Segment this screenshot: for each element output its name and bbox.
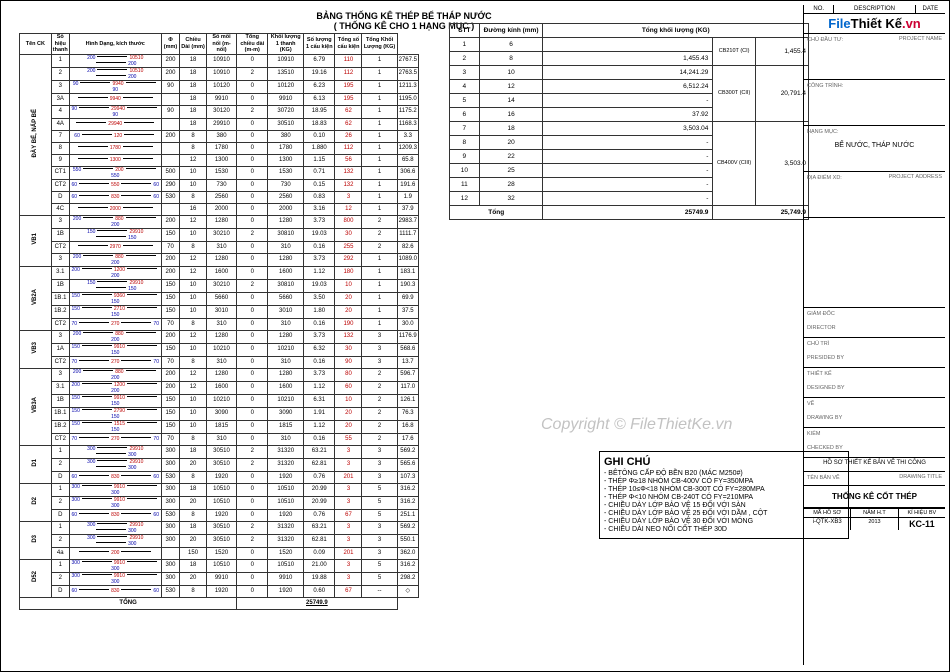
- summary-table: STT Đường kính (mm) Tổng khối lượng (KG)…: [449, 23, 809, 220]
- table-row: D1130029910300300183051023132063.2133569…: [20, 445, 419, 458]
- summary-row: 31014,241.29CB300T (CII)20,791.4: [450, 66, 809, 80]
- table-row: D3130029910300300183051023132063.2133569…: [20, 521, 419, 534]
- rebar-col-1: Số hiệu thanh: [51, 34, 69, 55]
- rebar-col-0: Tên CK: [20, 34, 52, 55]
- table-row: CT1550200550500101530015300.711321306.6: [20, 166, 419, 179]
- tb-location: ĐỊA ĐIỂM XD: PROJECT ADDRESS: [804, 172, 945, 218]
- table-row: 1B150991015015010102100102106.31102126.1: [20, 394, 419, 407]
- rebar-col-4: Chiều Dài (mm): [180, 34, 207, 55]
- table-row: CT2702707070831003100.1655217.6: [20, 433, 419, 445]
- logo-blue: File: [828, 16, 850, 31]
- summary-row: 7183,503.04CB400V (CIII)3,503.0: [450, 122, 809, 136]
- table-row: VB3A3200880200200121280012803.73802596.7: [20, 368, 419, 381]
- table-row: CT2702707070831003100.16190130.0: [20, 318, 419, 330]
- rebar-col-9: Tổng số cấu kiện: [335, 34, 362, 55]
- tb-codes-header: MÃ HỒ SƠ NĂM H.T KÍ HIỆU BV: [804, 508, 945, 517]
- summary-h-stt: STT: [450, 24, 480, 38]
- tb-item: HẠNG MỤC: BỂ NƯỚC, THÁP NƯỚC: [804, 126, 945, 172]
- rebar-header-row: Tên CKSố hiệu thanhHình Dạng, kích thước…: [20, 34, 419, 55]
- tb-drawing-title-label: TÊN BẢN VẼ DRAWING TITLE: [804, 472, 945, 486]
- drawing-name: THỐNG KÊ CỐT THÉP: [804, 486, 945, 508]
- table-row: 91300121300013001.1556165.8: [20, 154, 419, 166]
- drawing-page: BẢNG THỐNG KÊ THÉP BỂ THÁP NƯỚC ( THỐNG …: [0, 0, 950, 672]
- tb-designed: THIẾT KẾ DESIGNED BY: [804, 368, 945, 398]
- summary-header-row: STT Đường kính (mm) Tổng khối lượng (KG): [450, 24, 809, 38]
- table-row: 1B.21502710150150103010030101.8020137.5: [20, 305, 419, 318]
- table-row: 1A150991015015010102100102106.32303568.6: [20, 343, 419, 356]
- tb-codes-values: i-QTK-XB3 2013 KC-11: [804, 517, 945, 530]
- rebar-col-7: Khối lượng 1 thanh (KG): [268, 34, 304, 55]
- tb-item-value: BỂ NƯỚC, THÁP NƯỚC: [807, 142, 942, 149]
- rebar-table: Tên CKSố hiệu thanhHình Dạng, kích thước…: [19, 33, 419, 610]
- rebar-col-10: Tổng Khối Lượng (KG): [362, 34, 397, 55]
- table-row: 1B15029910150150103021023081019.03302111…: [20, 228, 419, 241]
- title-block: NO. DESCRIPTION DATE FileThiết Kế.vn CHỦ…: [803, 5, 945, 665]
- rebar-col-3: Φ (mm): [161, 34, 179, 55]
- tb-checked: KIỂM CHECKED BY: [804, 428, 945, 458]
- table-row: VB13200880200200121280012803.7380022983.…: [20, 215, 419, 228]
- table-row: 3.12001200200200121600016001.12602117.0: [20, 381, 419, 394]
- table-row: VB33200880200200121280012803.7313231176.…: [20, 330, 419, 343]
- table-row: CT2297070831003100.16255282.6: [20, 241, 419, 253]
- rebar-col-2: Hình Dạng, kích thước: [69, 34, 161, 55]
- table-row: CT2702707070831003100.1690313.7: [20, 356, 419, 368]
- table-row: 8178081780017801.88011211209.3: [20, 142, 419, 154]
- table-row: D213009910300300181051001051020.9935316.…: [20, 483, 419, 496]
- tb-dossier: HỒ SƠ THIẾT KẾ BẢN VẼ THI CÔNG: [804, 458, 945, 472]
- sheet-number: KC-11: [899, 518, 945, 530]
- table-row: ĐÀY BỂ, NẤP BỂ12001051020020018109100109…: [20, 54, 419, 67]
- tb-date: DATE: [916, 5, 945, 13]
- rebar-col-6: Tổng chiều dài (m-m): [237, 34, 268, 55]
- summary-h-dk: Đường kính (mm): [479, 24, 543, 38]
- tb-project: CÔNG TRÌNH:: [804, 80, 945, 126]
- main-area: BẢNG THỐNG KÊ THÉP BỂ THÁP NƯỚC ( THỐNG …: [19, 11, 789, 661]
- table-row: 1B.21501515150150101815018151.1220216.8: [20, 420, 419, 433]
- tb-no: NO.: [804, 5, 834, 13]
- summary-h-kl: Tổng khối lượng (KG): [543, 24, 809, 38]
- table-row: D608306053081920019200.762013107.3: [20, 471, 419, 483]
- table-row: 3200880200200121280012803.7329211089.0: [20, 253, 419, 266]
- table-row: 4a2001501520015200.092013362.0: [20, 547, 419, 559]
- tb-owner: CHỦ ĐẦU TƯ: PROJECT NAME: [804, 34, 945, 80]
- tb-director: GIÁM ĐỐC DIRECTOR: [804, 308, 945, 338]
- table-row: D5213009910300300181051001051021.0035316…: [20, 559, 419, 572]
- logo: FileThiết Kế.vn: [804, 14, 945, 34]
- table-row: 230099103003002099100991019.8835298.2: [20, 572, 419, 585]
- tb-header-row: NO. DESCRIPTION DATE: [804, 5, 945, 14]
- table-row: D608306053082560025600.83311.9: [20, 191, 419, 203]
- table-row: 230029910300300203051023132062.8133565.6: [20, 458, 419, 471]
- logo-mid: Thiết Kế: [851, 16, 902, 31]
- table-title-1: BẢNG THỐNG KÊ THÉP BỂ THÁP NƯỚC: [19, 11, 789, 21]
- summary-row: 16CB210T (CI)1,455.4: [450, 38, 809, 52]
- tb-drawn: VẼ DRAWING BY: [804, 398, 945, 428]
- table-row: 3909940909018101200101206.2319511211.3: [20, 80, 419, 93]
- table-row: VB2A3.12001200200200121600016001.1218011…: [20, 266, 419, 279]
- table-row: D608306053081920019200.6067--◇: [20, 585, 419, 597]
- table-row: 3A9940189910099106.1319511195.0: [20, 93, 419, 105]
- rebar-col-8: Số lượng 1 cấu kiện: [304, 34, 335, 55]
- tb-desc: DESCRIPTION: [834, 5, 915, 13]
- table-row: 4A29940182991003051018.836211168.3: [20, 118, 419, 130]
- table-row: 1B.11509360150150105660056603.5020169.9: [20, 292, 419, 305]
- logo-red: .vn: [902, 16, 921, 31]
- table-row: CT260550602901073007300.151321191.6: [20, 179, 419, 191]
- table-row: 23009910300300201051001051020.9935316.2: [20, 496, 419, 509]
- table-row: 490299409090183012023072018.956211175.2: [20, 105, 419, 118]
- tb-presided: CHỦ TRÌ PRESIDED BY: [804, 338, 945, 368]
- table-row: D608306053081920019200.76675251.1: [20, 509, 419, 521]
- table-row: 220010510200200181091021351019.161121276…: [20, 67, 419, 80]
- rebar-col-5: Số mối nối (m-nối): [206, 34, 236, 55]
- table-row: 760120200838003800.102613.3: [20, 130, 419, 142]
- table-row: 4C2000162000020003.1612137.9: [20, 203, 419, 215]
- tb-spacer: [804, 218, 945, 308]
- table-row: 1B15029910150150103021023081019.03101190…: [20, 279, 419, 292]
- table-row: 230029910300300203051023132062.8133550.1: [20, 534, 419, 547]
- table-row: 1B.11502790150150103090030901.9120276.3: [20, 407, 419, 420]
